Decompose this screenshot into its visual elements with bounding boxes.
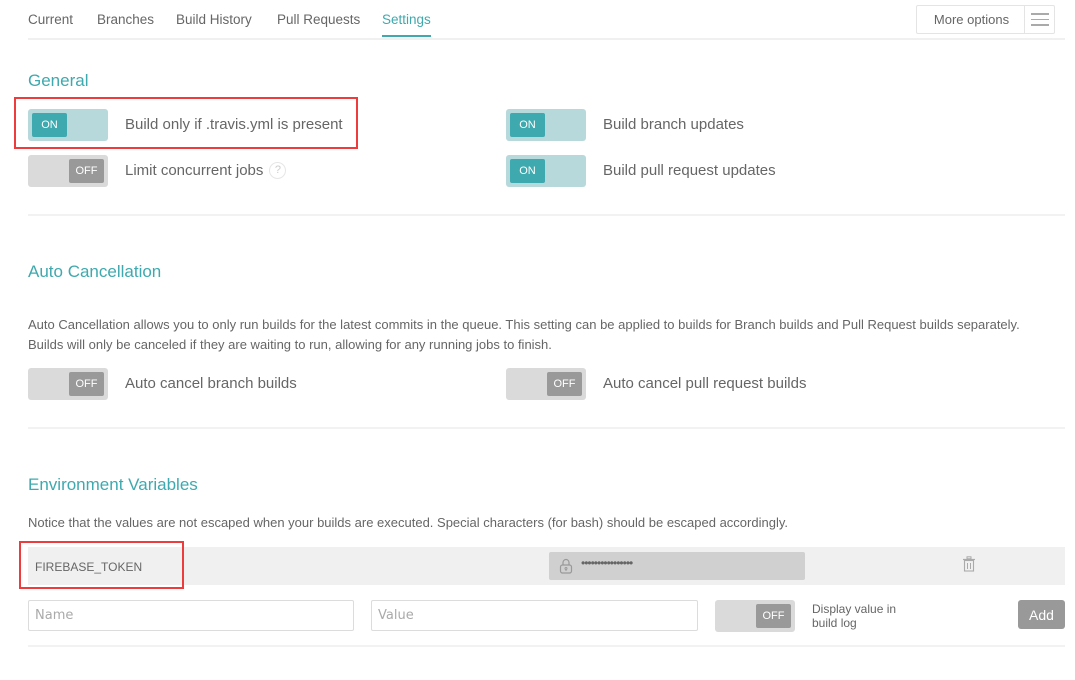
more-options-button[interactable]: More options	[916, 5, 1055, 34]
limit-concurrent-jobs-toggle[interactable]: OFF	[28, 155, 108, 187]
tab-current[interactable]: Current	[28, 12, 73, 35]
section-divider	[28, 214, 1065, 216]
toggle-knob: ON	[510, 113, 545, 137]
tab-pull-requests[interactable]: Pull Requests	[277, 12, 360, 35]
toggle-knob: ON	[32, 113, 67, 137]
env-var-value: ••••••••••••••••	[549, 552, 805, 580]
display-value-label: Display value in build log	[812, 602, 896, 630]
toggle-knob: OFF	[547, 372, 582, 396]
tab-branches[interactable]: Branches	[97, 12, 154, 35]
help-icon[interactable]: ?	[269, 161, 287, 179]
auto-cancel-pull-request-builds-label: Auto cancel pull request builds	[603, 375, 807, 392]
tab-build-history[interactable]: Build History	[176, 12, 252, 35]
masked-value: ••••••••••••••••	[581, 556, 633, 570]
toggle-knob: ON	[510, 159, 545, 183]
toggle-knob: OFF	[756, 604, 791, 628]
display-value-in-build-log-toggle[interactable]: OFF	[715, 600, 795, 632]
auto-cancellation-description: Auto Cancellation allows you to only run…	[28, 315, 1020, 355]
toggle-knob: OFF	[69, 159, 104, 183]
build-pull-request-updates-toggle[interactable]: ON	[506, 155, 586, 187]
add-button[interactable]: Add	[1018, 600, 1065, 629]
display-value-label-line2: build log	[812, 616, 857, 630]
trash-icon[interactable]	[962, 556, 976, 572]
env-var-value-input[interactable]	[371, 600, 698, 631]
tab-settings[interactable]: Settings	[382, 12, 431, 37]
auto-cancellation-description-line1: Auto Cancellation allows you to only run…	[28, 317, 1020, 332]
limit-concurrent-jobs-label: Limit concurrent jobs	[125, 162, 264, 179]
limit-concurrent-jobs-row: Limit concurrent jobs?	[125, 161, 287, 180]
highlight-box	[19, 541, 184, 589]
lock-icon	[559, 558, 573, 574]
env-var-name-input[interactable]	[28, 600, 354, 631]
more-options-label: More options	[933, 12, 1010, 27]
build-branch-updates-toggle[interactable]: ON	[506, 109, 586, 141]
auto-cancellation-section-title: Auto Cancellation	[28, 262, 162, 281]
auto-cancel-branch-builds-label: Auto cancel branch builds	[125, 375, 297, 392]
env-vars-section-title: Environment Variables	[28, 475, 198, 494]
display-value-label-line1: Display value in	[812, 602, 897, 616]
auto-cancel-branch-builds-toggle[interactable]: OFF	[28, 368, 108, 400]
auto-cancellation-description-line2: Builds will only be canceled if they are…	[28, 337, 552, 352]
auto-cancel-pull-request-builds-toggle[interactable]: OFF	[506, 368, 586, 400]
build-only-if-travis-yml-label: Build only if .travis.yml is present	[125, 116, 343, 133]
section-divider	[28, 427, 1065, 429]
tab-bar: Current Branches Build History Pull Requ…	[28, 0, 1065, 40]
build-only-if-travis-yml-toggle[interactable]: ON	[28, 109, 108, 141]
build-branch-updates-label: Build branch updates	[603, 116, 744, 133]
toggle-knob: OFF	[69, 372, 104, 396]
hamburger-menu-icon[interactable]	[1024, 6, 1054, 33]
general-section-title: General	[28, 71, 89, 90]
build-pull-request-updates-label: Build pull request updates	[603, 162, 776, 179]
env-vars-notice: Notice that the values are not escaped w…	[28, 515, 788, 530]
section-divider	[28, 645, 1065, 647]
